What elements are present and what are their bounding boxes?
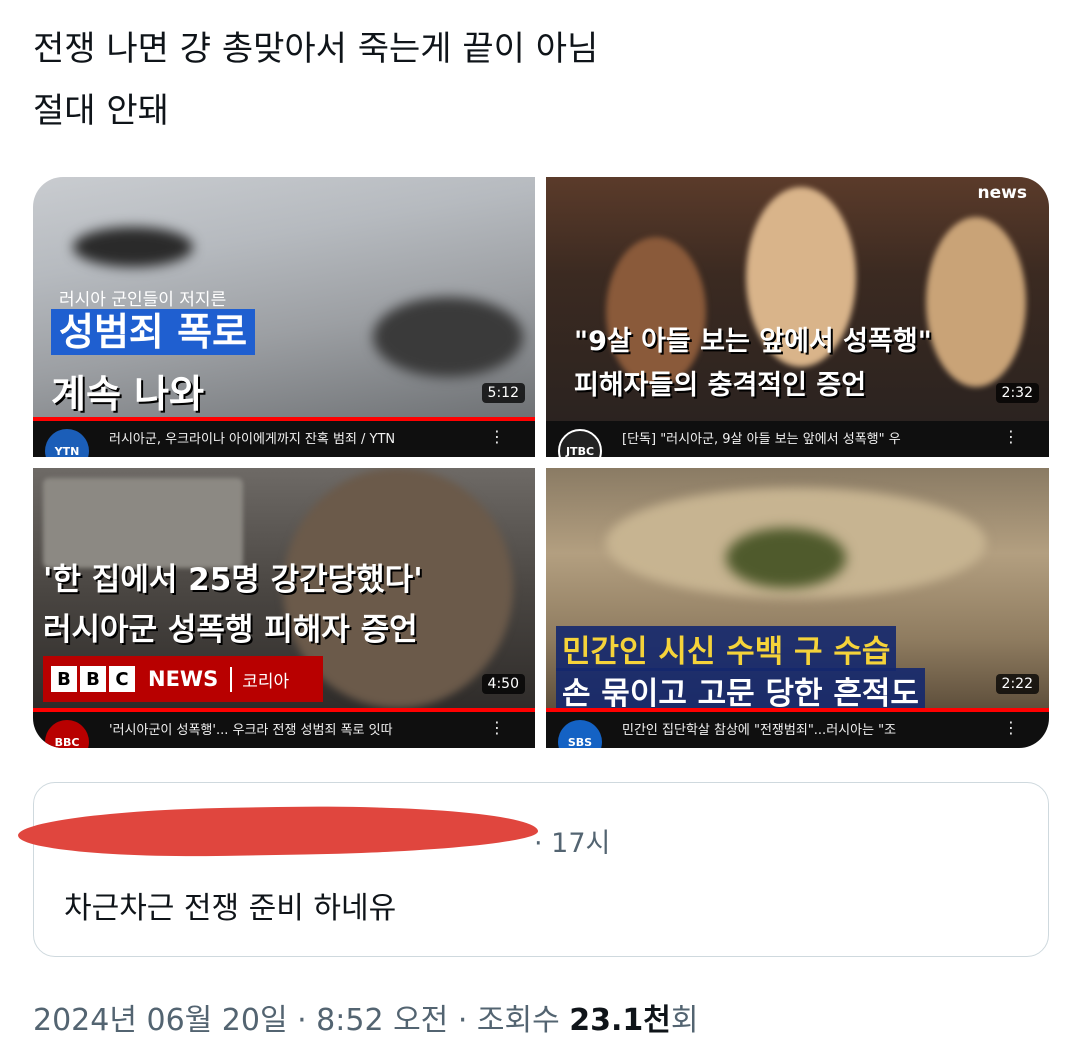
tweet-line-2: 절대 안돼 [33, 91, 169, 131]
news-logo: news [977, 183, 1027, 203]
blur-shape [373, 297, 523, 377]
duration-badge-2: 2:32 [995, 383, 1039, 403]
person-shape [926, 217, 1026, 387]
video-thumbnail-3[interactable]: '한 집에서 25명 강간당했다' 러시아군 성폭행 피해자 증언 B B C … [33, 468, 535, 748]
video-meta-4: SBS 민간인 집단학살 참상에 "전쟁범죄"...러시아는 "조 ⋮ [546, 712, 1049, 748]
more-options-icon[interactable]: ⋮ [1003, 718, 1019, 737]
caption-small-1: 러시아 군인들이 저지른 [59, 290, 227, 310]
thumbnail-image-1: 러시아 군인들이 저지른 성범죄 폭로 계속 나와 5:12 [33, 177, 535, 421]
view-suffix: 회 [670, 1003, 699, 1038]
video-thumbnail-1[interactable]: 러시아 군인들이 저지른 성범죄 폭로 계속 나와 5:12 YTN 러시아군,… [33, 177, 535, 457]
caption-main-2: "9살 아들 보는 앞에서 성폭행" [574, 326, 932, 357]
video-title-4: 민간인 집단학살 참상에 "전쟁범죄"...러시아는 "조 [622, 723, 897, 738]
thumbnail-image-3: '한 집에서 25명 강간당했다' 러시아군 성폭행 피해자 증언 B B C … [33, 468, 535, 712]
video-meta-3: BBC '러시아군이 성폭행'... 우크라 전쟁 성범죄 폭로 잇따 ⋮ [33, 712, 535, 748]
tweet-metadata: 2024년 06월 20일 · 8:52 오전 · 조회수 23.1천회 [33, 995, 698, 1039]
quote-timestamp: · 17시 [534, 828, 611, 859]
quote-text: 차근차근 전쟁 준비 하네유 [64, 891, 397, 926]
thumbnail-image-2: news "9살 아들 보는 앞에서 성폭행" 피해자들의 충격적인 증언 2:… [546, 177, 1049, 421]
caption-sub-1: 계속 나와 [51, 372, 205, 416]
more-options-icon[interactable]: ⋮ [489, 427, 505, 446]
duration-badge-1: 5:12 [481, 383, 525, 403]
caption-sub-4: 손 묶이고 고문 당한 흔적도 [556, 668, 925, 712]
video-title-1: 러시아군, 우크라이나 아이에게까지 잔혹 범죄 / YTN [109, 432, 396, 447]
quoted-tweet[interactable]: · 17시 차근차근 전쟁 준비 하네유 [17, 782, 1049, 957]
tweet-line-1: 전쟁 나면 걍 총맞아서 죽는게 끝이 아님 [33, 29, 599, 69]
duration-badge-3: 4:50 [481, 674, 525, 694]
bbc-letter: C [109, 666, 135, 692]
caption-main-1: 성범죄 폭로 [51, 309, 256, 355]
caption-main-3: '한 집에서 25명 강간당했다' [43, 562, 423, 598]
video-title-3: '러시아군이 성폭행'... 우크라 전쟁 성범죄 폭로 잇따 [109, 723, 393, 738]
bbc-letter: B [51, 666, 77, 692]
caption-sub-2: 피해자들의 충격적인 증언 [574, 370, 867, 401]
bbc-news-label: NEWS [148, 667, 219, 691]
plant-shape [726, 528, 846, 588]
tweet-date: 2024년 06월 20일 · 8:52 오전 · 조회수 [33, 1003, 570, 1038]
more-options-icon[interactable]: ⋮ [489, 718, 505, 737]
channel-avatar-jtbc: JTBC [558, 429, 602, 457]
duration-badge-4: 2:22 [995, 674, 1039, 694]
video-thumbnail-2[interactable]: news "9살 아들 보는 앞에서 성폭행" 피해자들의 충격적인 증언 2:… [546, 177, 1049, 457]
redaction-mark [17, 802, 539, 860]
channel-avatar-ytn: YTN [45, 429, 89, 457]
tweet-text: 전쟁 나면 걍 총맞아서 죽는게 끝이 아님 절대 안돼 [33, 18, 1033, 142]
channel-avatar-bbc: BBC [45, 720, 89, 748]
bbc-news-banner: B B C NEWS 코리아 [43, 656, 323, 702]
blur-shape [73, 227, 193, 267]
media-grid: 러시아 군인들이 저지른 성범죄 폭로 계속 나와 5:12 YTN 러시아군,… [33, 177, 1049, 748]
video-thumbnail-4[interactable]: 민간인 시신 수백 구 수습 손 묶이고 고문 당한 흔적도 2:22 SBS … [546, 468, 1049, 748]
caption-sub-3: 러시아군 성폭행 피해자 증언 [43, 612, 418, 648]
bbc-letter: B [80, 666, 106, 692]
view-count: 23.1천 [569, 1003, 671, 1038]
channel-avatar-sbs: SBS [558, 720, 602, 748]
video-meta-2: JTBC [단독] "러시아군, 9살 아들 보는 앞에서 성폭행" 우 ⋮ [546, 421, 1049, 457]
bbc-korea-label: 코리아 [230, 666, 289, 692]
caption-main-4: 민간인 시신 수백 구 수습 [556, 626, 897, 671]
more-options-icon[interactable]: ⋮ [1003, 427, 1019, 446]
video-title-2: [단독] "러시아군, 9살 아들 보는 앞에서 성폭행" 우 [622, 432, 901, 447]
video-meta-1: YTN 러시아군, 우크라이나 아이에게까지 잔혹 범죄 / YTN ⋮ [33, 421, 535, 457]
thumbnail-image-4: 민간인 시신 수백 구 수습 손 묶이고 고문 당한 흔적도 2:22 [546, 468, 1049, 712]
